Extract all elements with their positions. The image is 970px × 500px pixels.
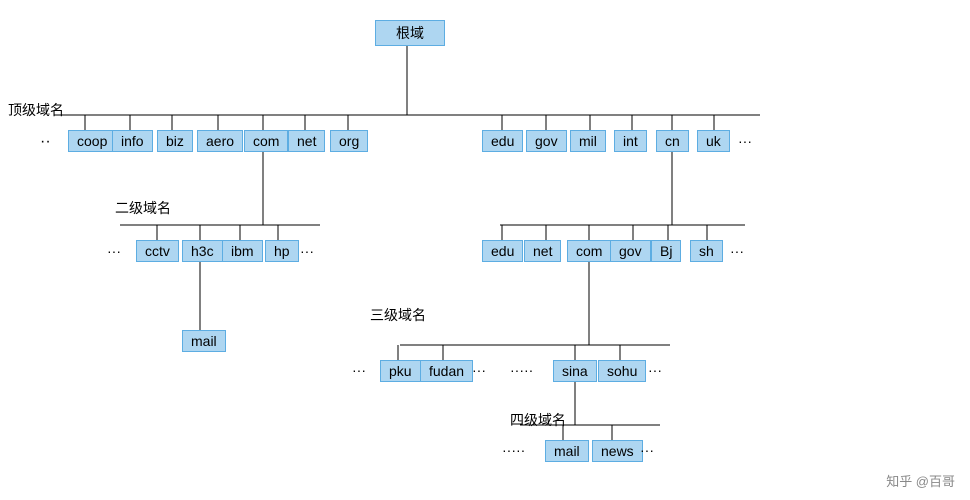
node-mil-l1: mil [570,130,606,152]
dots-left-l3r: ··· [352,362,366,378]
dots-right-l2left: ··· [300,243,314,259]
node-net-l1: net [288,130,325,152]
dots-mid-l3r2: ····· [510,362,533,378]
node-biz: biz [157,130,193,152]
label-sld: 二级域名 [115,198,171,218]
node-gov-l2: gov [610,240,651,262]
node-net-l2: net [524,240,561,262]
node-bj-l2: Bj [651,240,681,262]
dots-right-l4: ··· [640,442,654,458]
dots-right-l2right: ··· [730,243,744,259]
node-edu-l1: edu [482,130,523,152]
node-mail-l3: mail [182,330,226,352]
dots-left-l1: ·· [40,133,51,151]
node-fudan: fudan [420,360,473,382]
dots-mid-l3r1: ··· [472,362,486,378]
node-pku: pku [380,360,421,382]
node-cctv: cctv [136,240,179,262]
node-hp: hp [265,240,299,262]
node-com-l2: com [567,240,611,262]
node-h3c: h3c [182,240,223,262]
node-info: info [112,130,153,152]
node-int-l1: int [614,130,647,152]
node-cn-l1: cn [656,130,689,152]
node-edu-l2: edu [482,240,523,262]
node-sohu: sohu [598,360,646,382]
label-fourthdl: 四级域名 [510,410,566,430]
node-mail-l4: mail [545,440,589,462]
node-com-l1: com [244,130,288,152]
node-aero: aero [197,130,243,152]
node-org-l1: org [330,130,368,152]
watermark: 知乎 @百哥 [886,471,955,490]
node-sh-l2: sh [690,240,723,262]
dots-right-l1: ··· [738,133,752,149]
label-tld: 顶级域名 [8,100,64,120]
node-sina: sina [553,360,597,382]
node-root: 根域 [375,20,445,46]
label-thirdld: 三级域名 [370,305,426,325]
node-ibm: ibm [222,240,263,262]
node-gov-l1: gov [526,130,567,152]
node-news-l4: news [592,440,643,462]
dots-left-l4: ····· [502,442,525,458]
node-coop: coop [68,130,116,152]
node-uk-l1: uk [697,130,730,152]
dots-left-l2: ··· [107,243,121,259]
dots-right-l3r: ··· [648,362,662,378]
dns-diagram: 根域 顶级域名 ·· coop info biz aero com net or… [0,0,970,500]
